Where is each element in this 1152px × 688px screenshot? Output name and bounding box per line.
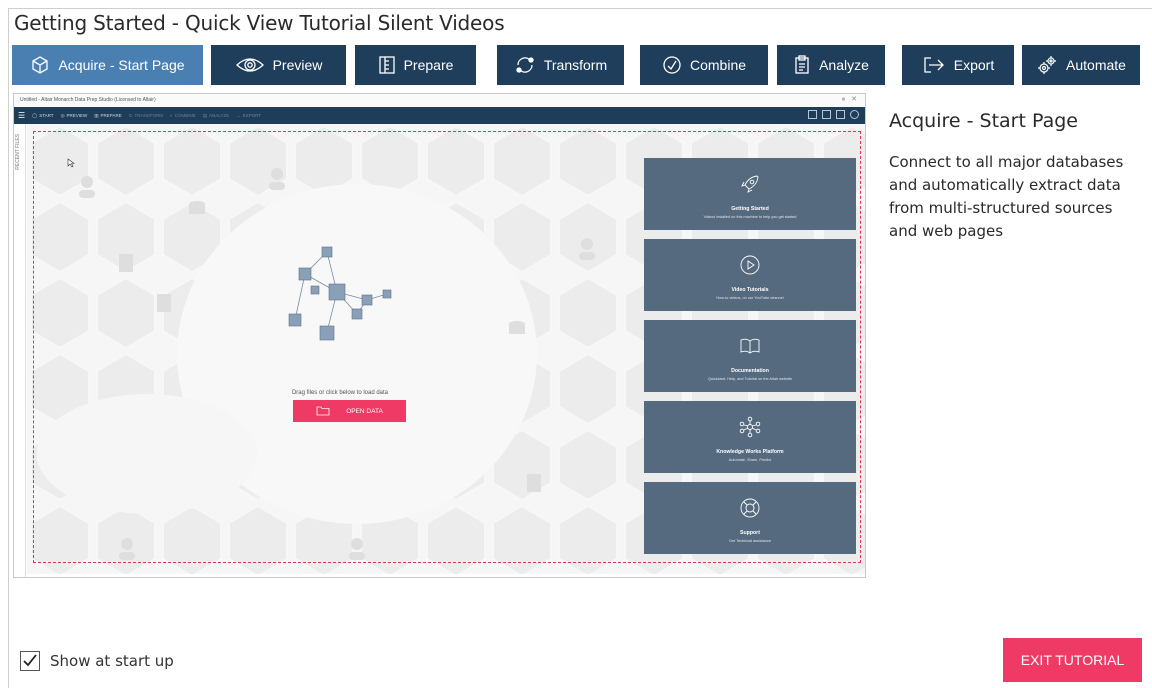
show-at-startup: Show at start up bbox=[20, 651, 174, 671]
toolbar-item-start: ◯ START bbox=[32, 112, 54, 119]
side-description: Connect to all major databases and autom… bbox=[889, 153, 1124, 240]
cycle-icon: ↻ bbox=[128, 112, 133, 118]
window-title: Getting Started - Quick View Tutorial Si… bbox=[14, 11, 505, 35]
eye-icon: ◎ bbox=[60, 112, 65, 118]
tab-prepare[interactable]: Prepare bbox=[355, 45, 476, 85]
export-icon: → bbox=[236, 113, 241, 118]
video-window-title: Untitled - Altair Monarch Data Prep Stud… bbox=[14, 94, 865, 107]
tab-acquire-start-page[interactable]: Acquire - Start Page bbox=[12, 45, 203, 85]
toolbar-item-transform: ↻ TRANSFORM bbox=[128, 112, 163, 119]
tutorial-video-frame: Untitled - Altair Monarch Data Prep Stud… bbox=[13, 93, 866, 578]
export-arrow-icon bbox=[922, 55, 946, 75]
cube-icon bbox=[30, 55, 50, 75]
combine-icon: ◐ bbox=[170, 113, 173, 118]
tab-preview[interactable]: Preview bbox=[211, 45, 346, 85]
tab-label: Prepare bbox=[403, 57, 454, 73]
tab-bar: Acquire - Start Page Preview Prepare Tra… bbox=[12, 45, 1140, 85]
show-at-startup-label: Show at start up bbox=[50, 652, 174, 670]
checkmark-icon bbox=[23, 654, 37, 667]
start-icon: ◯ bbox=[32, 112, 38, 118]
clipboard-icon bbox=[793, 55, 811, 75]
show-at-startup-checkbox[interactable] bbox=[20, 651, 40, 671]
tab-label: Transform bbox=[543, 57, 608, 73]
tab-label: Automate bbox=[1066, 57, 1126, 73]
toolbar-item-preview: ◎ PREVIEW bbox=[60, 112, 88, 119]
panel-icon bbox=[822, 110, 831, 119]
combine-icon bbox=[662, 55, 682, 75]
toolbar-item-analyze: ▤ ANALYZE bbox=[202, 112, 230, 119]
toolbar-item-combine: ◐ COMBINE bbox=[170, 113, 196, 118]
toolbar-item-prepare: ▥ PREPARE bbox=[94, 112, 122, 119]
side-title: Acquire - Start Page bbox=[889, 110, 1078, 132]
columns-icon: ▥ bbox=[94, 112, 99, 118]
exit-tutorial-button[interactable]: EXIT TUTORIAL bbox=[1003, 638, 1142, 682]
tab-automate[interactable]: Automate bbox=[1022, 45, 1140, 85]
recent-files-label: RECENT FILES bbox=[15, 134, 21, 170]
drop-zone-border bbox=[33, 131, 861, 563]
toolbar-item-export: → EXPORT bbox=[236, 113, 262, 118]
tab-combine[interactable]: Combine bbox=[640, 45, 768, 85]
tab-analyze[interactable]: Analyze bbox=[777, 45, 885, 85]
tab-export[interactable]: Export bbox=[902, 45, 1014, 85]
recent-files-rail: RECENT FILES bbox=[14, 124, 26, 577]
clipboard-icon: ▤ bbox=[202, 112, 207, 118]
window-controls: ⏸ ✕ bbox=[841, 96, 857, 103]
tab-label: Acquire - Start Page bbox=[58, 57, 185, 73]
transform-cycle-icon bbox=[514, 55, 536, 75]
settings-icon bbox=[850, 110, 859, 119]
window-icon bbox=[808, 110, 817, 119]
tab-label: Export bbox=[953, 57, 995, 73]
tab-transform[interactable]: Transform bbox=[497, 45, 624, 85]
app-toolbar: ☰ ◯ START ◎ PREVIEW ▥ PREPARE ↻ TRANSFORM ◐ C… bbox=[14, 107, 865, 124]
tab-label: Preview bbox=[272, 57, 323, 73]
tab-label: Combine bbox=[689, 57, 747, 73]
tab-label: Analyze bbox=[819, 57, 869, 73]
gears-icon bbox=[1036, 54, 1058, 76]
chart-icon bbox=[836, 110, 845, 119]
columns-icon bbox=[378, 55, 396, 75]
toolbar-right-icons bbox=[808, 110, 859, 119]
eye-icon bbox=[235, 55, 265, 75]
hamburger-menu-icon: ☰ bbox=[18, 111, 26, 120]
